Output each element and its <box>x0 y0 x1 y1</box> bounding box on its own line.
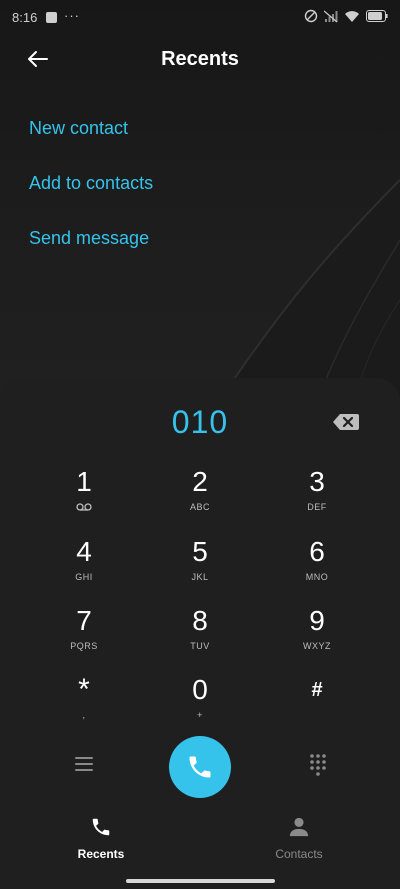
person-icon <box>289 817 309 837</box>
key-0[interactable]: 0 + <box>150 674 250 738</box>
key-digit: # <box>311 679 323 701</box>
key-2[interactable]: 2 ABC <box>150 466 250 530</box>
key-digit: 2 <box>192 466 208 497</box>
tab-recents[interactable]: Recents <box>51 816 151 861</box>
key-letters: JKL <box>191 572 209 582</box>
notification-icon <box>46 12 57 23</box>
key-digit: 4 <box>76 536 92 567</box>
key-letters: DEF <box>307 502 327 512</box>
signal-off-icon <box>324 10 338 22</box>
tab-label: Recents <box>77 847 125 861</box>
key-letters: MNO <box>305 572 329 582</box>
key-8[interactable]: 8 TUV <box>150 605 250 669</box>
backspace-button[interactable] <box>332 412 360 432</box>
key-letters: PQRS <box>70 641 98 651</box>
key-digit: * <box>78 673 90 706</box>
status-time: 8:16 <box>12 10 38 25</box>
send-message-link[interactable]: Send message <box>29 228 149 249</box>
key-letters: + <box>197 710 203 720</box>
key-4[interactable]: 4 GHI <box>34 536 134 600</box>
phone-icon <box>92 818 110 836</box>
menu-icon <box>75 757 93 771</box>
key-9[interactable]: 9 WXYZ <box>267 605 367 669</box>
call-button[interactable] <box>169 736 231 798</box>
status-bar: 8:16 ··· <box>0 0 400 36</box>
tab-label: Contacts <box>275 847 323 861</box>
no-disturb-icon <box>304 9 318 23</box>
phone-icon <box>189 756 211 778</box>
key-letters: ABC <box>189 502 210 512</box>
key-digit: 6 <box>309 536 325 567</box>
key-letters: GHI <box>75 572 93 582</box>
key-digit: 0 <box>192 674 208 705</box>
more-notifications-icon: ··· <box>64 8 80 23</box>
key-3[interactable]: 3 DEF <box>267 466 367 530</box>
key-digit: 3 <box>309 466 325 497</box>
key-digit: 8 <box>192 605 208 636</box>
key-5[interactable]: 5 JKL <box>150 536 250 600</box>
home-indicator[interactable] <box>126 879 275 883</box>
battery-icon <box>366 10 388 22</box>
key-digit: 5 <box>192 536 208 567</box>
dialpad-icon <box>310 754 326 776</box>
page-title: Recents <box>161 48 239 70</box>
dialpad-toggle-button[interactable] <box>306 752 330 776</box>
key-letters: , <box>82 710 86 720</box>
key-hash[interactable]: # <box>267 674 367 738</box>
key-letters: WXYZ <box>303 641 331 651</box>
key-6[interactable]: 6 MNO <box>267 536 367 600</box>
wifi-icon <box>345 10 359 22</box>
key-digit: 1 <box>76 466 92 497</box>
voicemail-icon <box>76 503 92 511</box>
key-digit: 7 <box>76 605 92 636</box>
menu-button[interactable] <box>72 752 96 776</box>
key-7[interactable]: 7 PQRS <box>34 605 134 669</box>
status-icons <box>304 9 388 23</box>
key-1[interactable]: 1 <box>34 466 134 530</box>
add-to-contacts-link[interactable]: Add to contacts <box>29 173 153 194</box>
backspace-icon <box>333 414 359 430</box>
tab-contacts[interactable]: Contacts <box>249 816 349 861</box>
new-contact-link[interactable]: New contact <box>29 118 128 139</box>
key-letters: TUV <box>190 641 210 651</box>
key-digit: 9 <box>309 605 325 636</box>
key-star[interactable]: * , <box>34 674 134 738</box>
